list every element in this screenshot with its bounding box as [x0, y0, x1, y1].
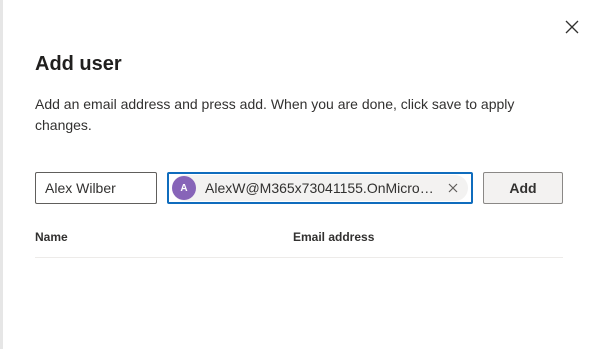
close-button[interactable]	[559, 14, 585, 40]
name-input[interactable]	[35, 172, 157, 204]
add-user-dialog: Add user Add an email address and press …	[3, 0, 597, 349]
selected-user-pill: A AlexW@M365x73041155.OnMicrosoft.com	[172, 175, 468, 201]
close-icon	[448, 183, 458, 193]
email-people-picker[interactable]: A AlexW@M365x73041155.OnMicrosoft.com	[167, 172, 473, 204]
remove-user-button[interactable]	[444, 179, 462, 197]
add-button[interactable]: Add	[483, 172, 563, 204]
avatar: A	[172, 176, 196, 200]
dialog-title: Add user	[35, 53, 122, 75]
close-icon	[565, 20, 579, 34]
column-header-email[interactable]: Email address	[293, 230, 374, 244]
dialog-description: Add an email address and press add. When…	[35, 96, 515, 133]
selected-user-email: AlexW@M365x73041155.OnMicrosoft.com	[205, 180, 437, 196]
users-table-header: Name Email address	[35, 224, 563, 258]
column-header-name[interactable]: Name	[35, 230, 68, 244]
